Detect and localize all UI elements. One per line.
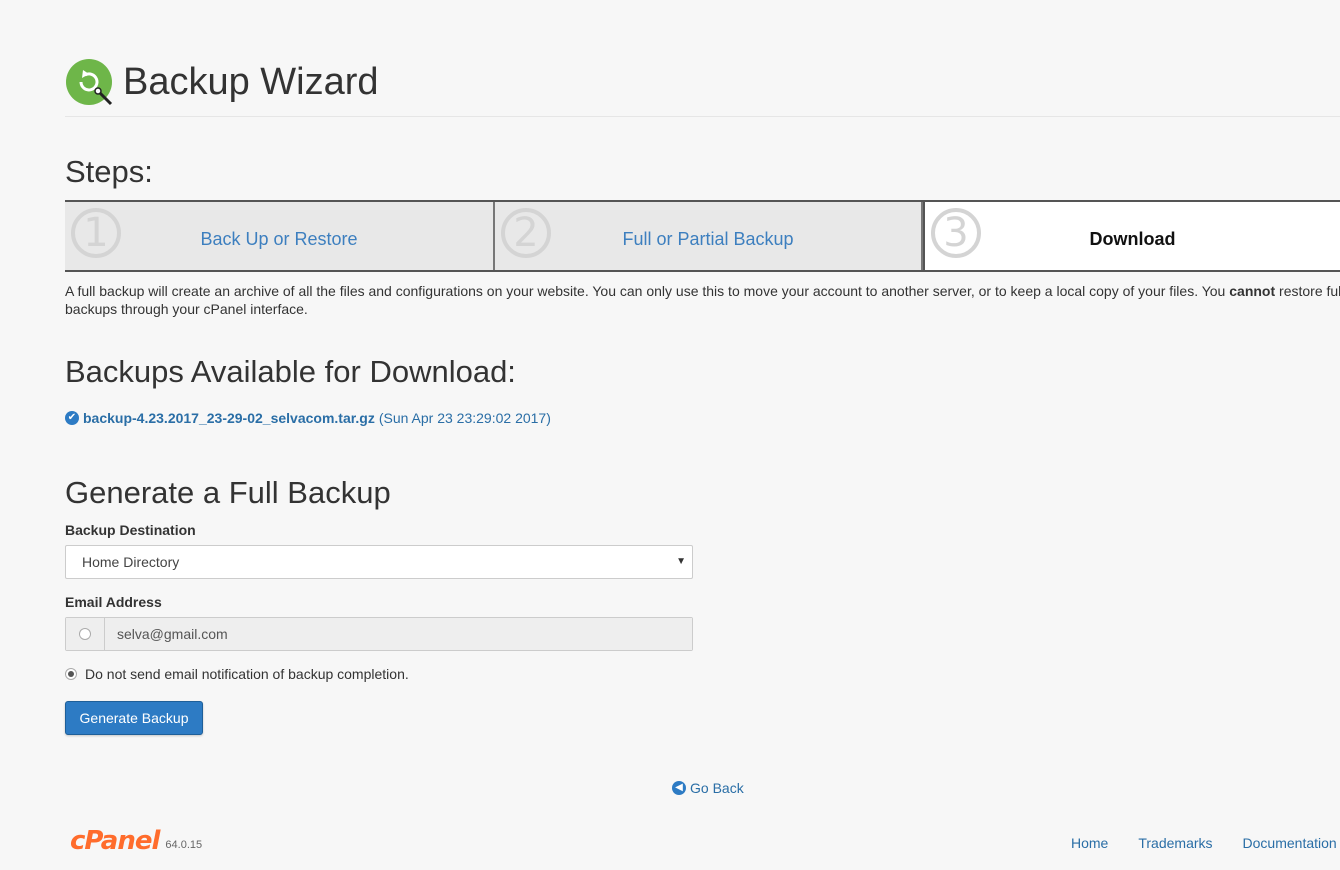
- go-back-label[interactable]: Go Back: [690, 780, 744, 796]
- steps-heading: Steps:: [65, 154, 153, 189]
- backup-destination-value: Home Directory: [82, 554, 180, 570]
- backup-destination-label: Backup Destination: [65, 522, 196, 538]
- step-number: 3: [931, 208, 981, 258]
- footer-link-trademarks[interactable]: Trademarks: [1138, 835, 1212, 851]
- page-header: Backup Wizard: [65, 58, 379, 106]
- backup-wizard-icon: [65, 58, 113, 106]
- email-radio-addon: [66, 618, 105, 650]
- email-notify-radio[interactable]: [79, 628, 91, 640]
- cpanel-logo: cPanel 64.0.15: [70, 827, 202, 855]
- header-divider: [65, 116, 1340, 117]
- step-number: 2: [501, 208, 551, 258]
- backup-download-link[interactable]: backup-4.23.2017_23-29-02_selvacom.tar.g…: [83, 410, 375, 426]
- step-label: Download: [1089, 228, 1176, 249]
- backup-list-item: ✔ backup-4.23.2017_23-29-02_selvacom.tar…: [65, 410, 551, 426]
- email-address-group: selva@gmail.com: [65, 617, 693, 651]
- no-email-label[interactable]: Do not send email notification of backup…: [85, 666, 409, 682]
- version-number: 64.0.15: [165, 839, 203, 851]
- no-email-option: Do not send email notification of backup…: [65, 666, 409, 682]
- generate-backup-heading: Generate a Full Backup: [65, 475, 391, 510]
- backup-destination-select[interactable]: Home Directory ▼: [65, 545, 693, 579]
- backup-date: (Sun Apr 23 23:29:02 2017): [378, 410, 551, 426]
- footer-links: Home Trademarks Documentation: [1071, 835, 1340, 851]
- email-address-label: Email Address: [65, 594, 162, 610]
- go-back-link[interactable]: ◀ Go Back: [672, 780, 744, 796]
- intro-text-emphasis: cannot: [1229, 283, 1276, 299]
- footer-link-documentation[interactable]: Documentation: [1243, 835, 1337, 851]
- intro-text-part: A full backup will create an archive of …: [65, 283, 1230, 299]
- page-title: Backup Wizard: [123, 61, 379, 103]
- step-number: 1: [71, 208, 121, 258]
- intro-text: A full backup will create an archive of …: [65, 282, 1340, 318]
- page: Backup Wizard Steps: 1 Back Up or Restor…: [0, 0, 1340, 870]
- step-back-up-or-restore[interactable]: 1 Back Up or Restore: [65, 202, 495, 270]
- footer-link-home[interactable]: Home: [1071, 835, 1108, 851]
- available-backups-heading: Backups Available for Download:: [65, 354, 516, 389]
- caret-down-icon: ▼: [676, 556, 686, 567]
- step-label[interactable]: Back Up or Restore: [65, 223, 493, 250]
- no-email-radio[interactable]: [65, 668, 77, 680]
- step-download: 3 Download: [923, 202, 1340, 270]
- check-circle-icon: ✔: [65, 411, 79, 425]
- arrow-left-circle-icon: ◀: [672, 781, 686, 795]
- steps-bar: 1 Back Up or Restore 2 Full or Partial B…: [65, 200, 1340, 272]
- generate-backup-button[interactable]: Generate Backup: [65, 701, 203, 735]
- email-address-field[interactable]: selva@gmail.com: [105, 618, 692, 650]
- logo-text: cPanel: [70, 826, 160, 856]
- step-full-or-partial-backup[interactable]: 2 Full or Partial Backup: [495, 202, 923, 270]
- step-label[interactable]: Full or Partial Backup: [495, 223, 921, 250]
